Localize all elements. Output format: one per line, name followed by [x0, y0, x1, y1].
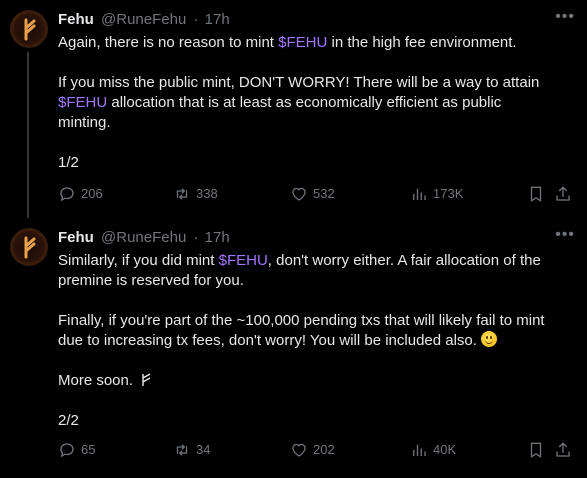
text-span: Similarly, if you did mint	[58, 252, 219, 269]
reply-count: 65	[81, 442, 96, 457]
reply-button[interactable]: 65	[58, 440, 95, 460]
reply-icon	[60, 443, 74, 458]
share-icon	[556, 186, 570, 201]
tweet-header: Fehu @RuneFehu · 17h •••	[58, 227, 575, 248]
action-bar: 206 338 532 173K	[58, 184, 575, 204]
display-name[interactable]: Fehu	[58, 11, 94, 28]
repost-count: 338	[196, 186, 218, 201]
tweet-2[interactable]: Fehu @RuneFehu · 17h ••• Similarly, if y…	[0, 218, 587, 478]
views-icon	[413, 444, 426, 456]
cashtag-link[interactable]: $FEHU	[278, 34, 327, 51]
avatar[interactable]	[10, 228, 48, 266]
text-span: premine is reserved for you.	[58, 272, 244, 289]
text-span: minting.	[58, 114, 111, 131]
text-span: in the high fee environment.	[327, 34, 517, 51]
views-count: 40K	[433, 442, 457, 457]
repost-icon	[176, 188, 188, 200]
views-icon	[413, 188, 426, 200]
like-count: 532	[313, 186, 335, 201]
tweet-1[interactable]: Fehu @RuneFehu · 17h ••• Again, there is…	[0, 0, 587, 218]
bookmark-icon	[530, 442, 542, 458]
avatar[interactable]	[10, 10, 48, 48]
repost-icon	[176, 444, 188, 456]
heart-icon	[292, 187, 306, 201]
views-button[interactable]: 173K	[410, 184, 463, 204]
share-button[interactable]	[554, 440, 577, 460]
views-button[interactable]: 40K	[410, 440, 456, 460]
more-icon[interactable]: •••	[555, 227, 575, 243]
repost-button[interactable]: 34	[173, 440, 210, 460]
handle[interactable]: @RuneFehu	[101, 11, 186, 28]
text-span: Again, there is no reason to mint	[58, 34, 279, 51]
thread-count: 2/2	[58, 412, 79, 429]
fehu-rune-icon	[24, 236, 36, 259]
separator: ·	[193, 11, 199, 28]
tweet-text: Again, there is no reason to mint $FEHU …	[58, 33, 573, 173]
heart-icon	[292, 443, 306, 457]
text-span: If you miss the public mint, DON'T WORRY…	[58, 74, 540, 91]
more-icon[interactable]: •••	[555, 9, 575, 25]
fehu-rune-icon	[142, 373, 151, 386]
handle[interactable]: @RuneFehu	[101, 229, 186, 246]
smile-emoji-icon	[481, 331, 498, 347]
timestamp[interactable]: 17h	[205, 229, 230, 246]
text-span: allocation that is at least as economica…	[107, 94, 502, 111]
share-icon	[556, 442, 570, 457]
cashtag-link[interactable]: $FEHU	[58, 94, 107, 111]
views-count: 173K	[433, 186, 464, 201]
separator: ·	[193, 229, 199, 246]
text-span: Finally, if you're part of the ~100,000 …	[58, 312, 545, 329]
bookmark-button[interactable]	[527, 184, 550, 204]
reply-button[interactable]: 206	[58, 184, 103, 204]
reply-count: 206	[81, 186, 103, 201]
action-bar: 65 34 202 40K	[58, 440, 575, 460]
display-name[interactable]: Fehu	[58, 229, 94, 246]
cashtag-link[interactable]: $FEHU	[219, 252, 268, 269]
share-button[interactable]	[554, 184, 577, 204]
text-span: , don't worry either. A fair allocation …	[267, 252, 541, 269]
repost-button[interactable]: 338	[173, 184, 218, 204]
text-span: More soon.	[58, 372, 138, 389]
repost-count: 34	[196, 442, 211, 457]
reply-icon	[60, 187, 74, 202]
bookmark-button[interactable]	[527, 440, 550, 460]
thread-line	[27, 52, 29, 218]
fehu-rune-icon	[24, 18, 36, 41]
tweet-text: Similarly, if you did mint $FEHU, don't …	[58, 251, 573, 431]
bookmark-icon	[530, 186, 542, 202]
like-count: 202	[313, 442, 335, 457]
timestamp[interactable]: 17h	[205, 11, 230, 28]
tweet-header: Fehu @RuneFehu · 17h •••	[58, 9, 575, 30]
thread-count: 1/2	[58, 154, 79, 171]
like-button[interactable]: 202	[290, 440, 335, 460]
text-span: due to increasing tx fees, don't worry! …	[58, 332, 482, 349]
like-button[interactable]: 532	[290, 184, 335, 204]
